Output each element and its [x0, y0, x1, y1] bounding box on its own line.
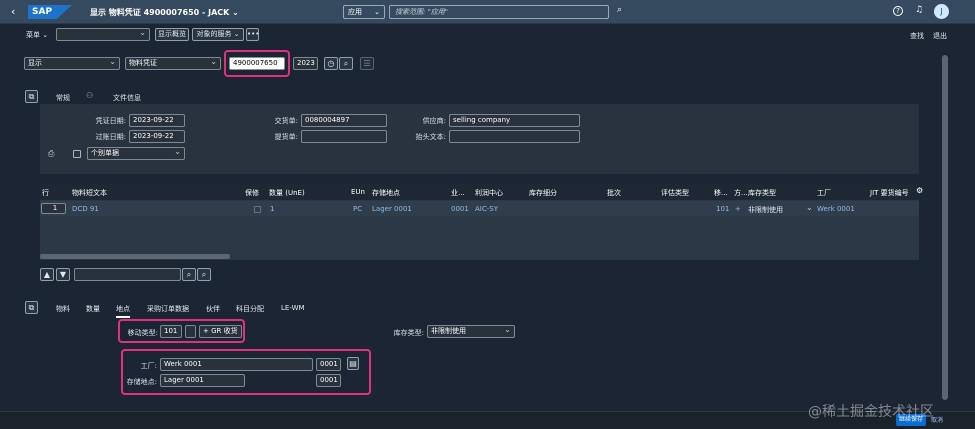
row-biz: 0001	[451, 205, 469, 213]
find-icon[interactable]: ⌕	[182, 268, 196, 281]
tab-material[interactable]: 物料	[56, 304, 70, 314]
print-checkbox[interactable]	[73, 150, 81, 158]
doc-date-field[interactable]: 2023-09-22	[129, 114, 185, 127]
detail-collapse-icon[interactable]: ⧉	[25, 301, 38, 314]
row-mvt: 101	[716, 205, 730, 213]
col-mvt: 移...	[714, 189, 728, 197]
col-profit: 利润中心	[475, 189, 503, 197]
col-plant: 工厂	[817, 189, 831, 197]
delivery-label: 交货单:	[274, 117, 298, 125]
row-stock-type: 非限制使用	[748, 206, 783, 214]
partner-icon[interactable]: ⚇	[86, 91, 93, 100]
tab-po-data[interactable]: 采购订单数据	[147, 304, 189, 314]
col-text: 物料短文本	[72, 189, 107, 197]
stock-type-select[interactable]: 非限制使用	[427, 325, 515, 338]
post-date-label: 过账日期:	[95, 133, 126, 141]
col-jit: JIT 要货编号	[870, 189, 909, 197]
notifications-icon[interactable]: ♫	[915, 5, 923, 15]
vendor-label: 供应商:	[422, 117, 446, 125]
overview-button[interactable]: 显示概览	[155, 28, 189, 41]
tab-where[interactable]: 地点	[116, 304, 130, 318]
row-text: DCD 91	[72, 205, 99, 213]
watermark: @稀土掘金技术社区	[808, 404, 934, 420]
row-unit: PC	[353, 205, 363, 213]
table-hscroll[interactable]	[40, 254, 230, 259]
bol-field[interactable]	[301, 130, 387, 143]
col-unit: EUn	[351, 188, 365, 196]
object-services-button[interactable]: 对象的服务 ⌄	[192, 28, 244, 41]
year-input[interactable]: 2023	[293, 57, 318, 70]
col-stock-seg: 库存细分	[529, 189, 557, 197]
app-title[interactable]: 显示 物料凭证 4900007650 - JACK ⌄	[90, 7, 239, 18]
find-next-icon[interactable]: ⌕	[197, 268, 211, 281]
shell-bar: ‹ SAP 显示 物料凭证 4900007650 - JACK ⌄ 应用 ⌄ 搜索…	[0, 0, 975, 24]
col-stock-type: 库存类型	[748, 189, 776, 197]
header-text-field[interactable]	[449, 130, 580, 143]
stock-type-label: 库存类型:	[393, 329, 424, 337]
row-line-field[interactable]: 1	[41, 203, 66, 214]
settings-icon[interactable]: ⚙	[916, 186, 923, 195]
list-icon[interactable]: ☰	[360, 57, 374, 70]
chevron-down-icon[interactable]: ⌄	[806, 203, 813, 212]
highlight-plant-sloc	[121, 349, 371, 395]
back-icon[interactable]: ‹	[11, 5, 15, 18]
bol-label: 提货单:	[274, 133, 298, 141]
search-input[interactable]: 搜索范围: "应用"	[389, 5, 609, 19]
toolbar-select[interactable]	[56, 28, 150, 41]
row-dir: +	[735, 205, 741, 213]
highlight-doc-number	[224, 50, 290, 77]
col-qty: 数量 (UnE)	[269, 189, 305, 197]
highlight-mvt-type	[118, 319, 245, 343]
table-search-input[interactable]	[74, 268, 181, 281]
row-warranty-checkbox[interactable]	[254, 206, 261, 213]
col-line: 行	[42, 189, 49, 197]
tab-partner[interactable]: 伙伴	[206, 304, 220, 314]
scope-select[interactable]: 应用 ⌄	[343, 5, 385, 19]
col-biz: 业...	[451, 189, 465, 197]
collapse-header-icon[interactable]: ⧉	[25, 90, 38, 103]
col-dir: 方...	[734, 189, 748, 197]
row-plant: Werk 0001	[817, 205, 855, 213]
col-val-type: 评估类型	[661, 189, 689, 197]
tab-lewm[interactable]: LE-WM	[281, 304, 305, 312]
find-link[interactable]: 查找	[910, 31, 924, 41]
print-icon[interactable]: ⎙	[48, 149, 54, 159]
search-icon[interactable]: ⌕	[617, 5, 622, 15]
move-up-icon[interactable]: ▲	[40, 268, 54, 281]
tab-quantity[interactable]: 数量	[86, 304, 100, 314]
scrollbar[interactable]	[942, 55, 948, 400]
row-sloc: Lager 0001	[372, 205, 412, 213]
avatar[interactable]: J	[934, 4, 949, 19]
tab-account[interactable]: 科目分配	[236, 304, 264, 314]
row-profit: AIC-SY	[475, 205, 498, 213]
doc-date-label: 凭证日期:	[95, 117, 126, 125]
row-qty: 1	[270, 205, 275, 213]
menu-button[interactable]: 菜单 ⌄	[26, 30, 48, 40]
doc-type-select[interactable]: 物料凭证	[125, 57, 221, 70]
vendor-field[interactable]: selling company	[449, 114, 580, 127]
history-icon[interactable]: ◷	[324, 57, 338, 70]
col-batch: 批次	[607, 189, 621, 197]
post-date-field[interactable]: 2023-09-22	[129, 130, 185, 143]
help-icon[interactable]: ?	[893, 6, 903, 16]
action-select[interactable]: 显示	[24, 57, 120, 70]
exit-link[interactable]: 退出	[933, 31, 947, 41]
delivery-field[interactable]: 0080004897	[301, 114, 387, 127]
search-doc-icon[interactable]: ⌕	[339, 57, 353, 70]
slip-select[interactable]: 个别单据	[87, 147, 185, 160]
move-down-icon[interactable]: ▼	[56, 268, 70, 281]
more-button[interactable]: •••	[246, 28, 259, 41]
col-warranty: 保修	[245, 189, 259, 197]
sap-logo[interactable]: SAP	[28, 5, 72, 19]
tab-doc-info[interactable]: 文件信息	[113, 93, 141, 103]
header-text-label: 抬头文本:	[415, 133, 446, 141]
col-sloc: 存储地点	[372, 189, 400, 197]
